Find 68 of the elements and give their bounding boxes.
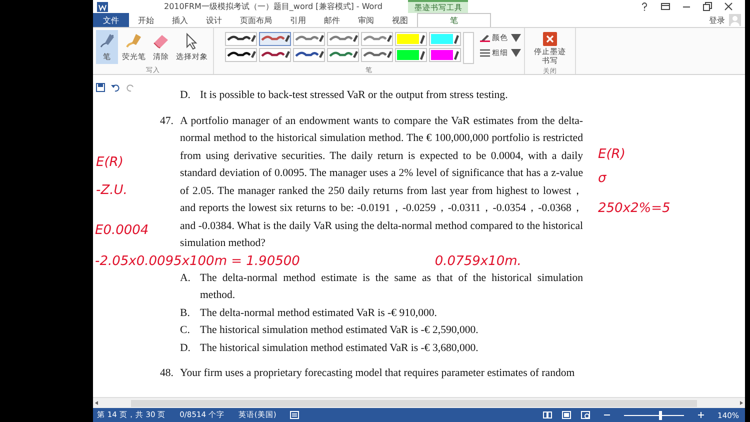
ribbon-tab[interactable]: 视图	[383, 13, 417, 27]
handwritten-note: σ	[598, 171, 606, 186]
option-text: The historical simulation method estimated VaR is -€ 2,590,000.	[200, 323, 480, 338]
stop-icon	[543, 32, 557, 46]
eraser-icon	[152, 32, 170, 50]
handwritten-calculation: 0.0759x10m.	[434, 254, 522, 268]
close-icon[interactable]	[724, 2, 733, 11]
gallery-scrollbar[interactable]	[463, 32, 474, 64]
option-text: The delta-normal method estimated VaR is -€ 910,000.	[200, 306, 438, 320]
pen-style-swatch[interactable]	[225, 32, 257, 46]
help-icon[interactable]	[640, 2, 649, 11]
pen-icon	[98, 32, 116, 50]
ribbon-tab[interactable]: 邮件	[315, 13, 349, 27]
ribbon-tab[interactable]: 笔	[417, 13, 491, 27]
handwritten-note: 250x2%=5	[598, 201, 670, 216]
print-layout-icon[interactable]	[562, 411, 571, 419]
undo-icon[interactable]	[111, 83, 120, 92]
restore-icon[interactable]	[703, 2, 712, 11]
option-text: The delta-normal method estimate is the same as that of the historical simulation method.	[200, 270, 583, 303]
pen-style-swatch[interactable]	[225, 48, 257, 62]
line-weight-icon	[480, 49, 490, 57]
ribbon-tab[interactable]: 审阅	[349, 13, 383, 27]
pen-style-swatch[interactable]	[361, 48, 393, 62]
horizontal-scrollbar-thumb[interactable]	[131, 400, 697, 406]
pen-style-swatch[interactable]	[395, 32, 427, 46]
ribbon-tab[interactable]: 页面布局	[231, 13, 281, 27]
pen-color-icon	[480, 34, 490, 42]
question-number: 48.	[160, 366, 174, 381]
save-icon[interactable]	[96, 83, 105, 92]
pen-style-swatch[interactable]	[259, 32, 291, 46]
option-letter: C.	[180, 323, 191, 338]
pen-style-swatch[interactable]	[327, 32, 359, 46]
ribbon-tab[interactable]: 设计	[197, 13, 231, 27]
pen-style-swatch[interactable]	[259, 48, 291, 62]
pen-style-swatch[interactable]	[361, 32, 393, 46]
ribbon-tab[interactable]: 引用	[281, 13, 315, 27]
option-letter: D.	[180, 88, 192, 103]
handwritten-note: E(R)	[598, 147, 626, 162]
option-text: The historical simulation method estimated VaR is -€ 3,680,000.	[200, 340, 480, 356]
handwritten-note: E(R)	[96, 155, 124, 170]
question-text: A portfolio manager of an endowment wants to compare the VaR estimates from the delta-normal method to the historical simulation method. The € 100,000,000 portfolio is restricted from using derivative securities. The daily return is expected to be 0.0004, with a daily standard deviation of 0.0095. The manager uses a 2% level of significance that has a z-value of 2.05. The manager ranked the 250 daily returns from last year from highest to lowest，and reports the lowest six returns to be: -0.0191，-0.0259，-0.0311，-0.0354，-0.0368，and -0.0384. What is the daily VaR using the delta-normal method compared to the historical simulation method?	[180, 114, 583, 251]
pen-style-swatch[interactable]	[429, 32, 461, 46]
pen-style-swatch[interactable]	[429, 48, 461, 62]
handwritten-note: E0.0004	[95, 223, 149, 238]
pen-style-swatch[interactable]	[293, 32, 325, 46]
option-letter: B.	[180, 306, 191, 320]
web-layout-icon[interactable]	[580, 411, 590, 419]
read-mode-icon[interactable]	[542, 411, 552, 419]
pen-style-swatch[interactable]	[327, 48, 359, 62]
ribbon-tab[interactable]: 开始	[129, 13, 163, 27]
highlighter-icon	[125, 32, 143, 50]
ribbon-display-icon[interactable]	[661, 2, 670, 11]
zoom-in-icon[interactable]	[698, 412, 704, 418]
ribbon-tab[interactable]: 插入	[163, 13, 197, 27]
option-letter: A.	[180, 270, 192, 286]
pen-style-swatch[interactable]	[395, 48, 427, 62]
option-letter: D.	[180, 340, 192, 356]
window-title: 2010FRM一级模拟考试（一）题目_word [兼容模式] - Word	[164, 1, 382, 12]
question-text: Your firm uses a proprietary forecasting model that requires parameter estimates of random	[180, 366, 576, 381]
handwritten-calculation: -2.05x0.0095x100m = 1.90500	[95, 254, 300, 268]
sign-in-link[interactable]: 登录	[709, 14, 725, 26]
zoom-slider-thumb[interactable]	[658, 410, 662, 420]
option-text: It is possible to back-test stressed VaR or the output from stress testing.	[200, 88, 509, 103]
pen-style-swatch[interactable]	[293, 48, 325, 62]
zoom-out-icon[interactable]	[604, 412, 610, 418]
handwritten-note: -Z.U.	[96, 183, 128, 198]
question-number: 47.	[160, 114, 174, 128]
ribbon-tab[interactable]: 文件	[93, 13, 129, 27]
